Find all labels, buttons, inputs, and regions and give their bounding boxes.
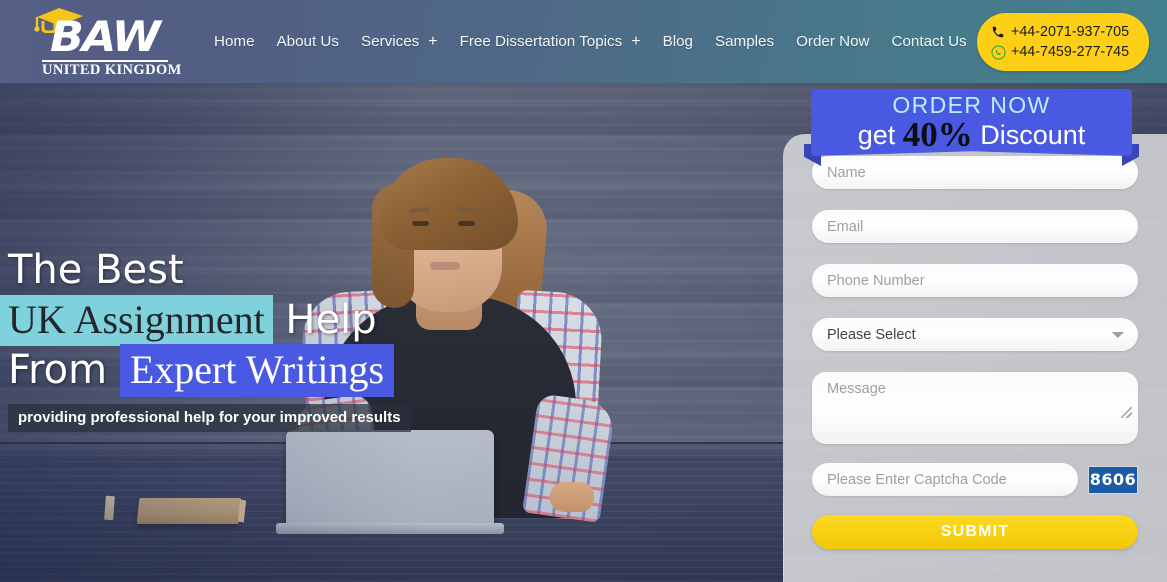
headline-line-2: UK Assignment Help <box>0 295 640 346</box>
nav-label: Free Dissertation Topics <box>459 33 623 50</box>
expand-plus-icon[interactable]: + <box>428 33 437 51</box>
nav-label: Samples <box>714 33 775 50</box>
nav-label: Order Now <box>796 33 870 50</box>
pencil-prop <box>104 495 115 521</box>
nav-label: Contact Us <box>891 33 967 50</box>
ribbon-get-label: get <box>857 120 896 150</box>
contact-pill: +44-2071-937-705 +44-7459-277-745 <box>977 13 1149 71</box>
nav-item-home[interactable]: Home <box>203 29 266 54</box>
headline-line-1: The Best <box>0 246 640 294</box>
whatsapp-number-text: +44-7459-277-745 <box>1011 44 1130 60</box>
main-navigation: Home About Us Services + Free Dissertati… <box>203 0 978 83</box>
phone-number-text: +44-2071-937-705 <box>1011 24 1130 40</box>
ribbon-percent: 40% <box>902 115 973 154</box>
headline-line-3: From Expert Writings <box>0 344 640 397</box>
laptop-base <box>276 523 504 534</box>
discount-ribbon: ORDER NOW get 40% Discount <box>803 89 1140 166</box>
headline-text: From <box>8 347 108 393</box>
headline-text: Help <box>285 297 377 343</box>
whatsapp-icon <box>991 44 1008 60</box>
nav-item-blog[interactable]: Blog <box>652 29 704 54</box>
nav-item-order-now[interactable]: Order Now <box>785 29 880 54</box>
ribbon-discount-text: get 40% Discount <box>811 117 1132 152</box>
laptop-screen <box>286 430 494 526</box>
hero-copy: The Best UK Assignment Help From Expert … <box>0 246 640 432</box>
message-wrapper <box>812 372 1138 444</box>
site-logo[interactable]: BAW UNITED KINGDOM <box>28 5 182 79</box>
ribbon-body: ORDER NOW get 40% Discount <box>811 89 1132 156</box>
service-select[interactable]: Please Select <box>812 318 1138 351</box>
hero-subtitle: providing professional help for your imp… <box>8 404 411 432</box>
logo-wordmark: BAW <box>50 12 161 61</box>
nav-item-samples[interactable]: Samples <box>704 29 785 54</box>
phone-icon <box>991 25 1008 39</box>
order-form-panel: Please Select 8606 SUBMIT <box>783 134 1167 582</box>
notebook-prop <box>136 498 242 524</box>
headline-highlight-blue: Expert Writings <box>119 344 395 397</box>
logo-subtitle: UNITED KINGDOM <box>42 62 182 78</box>
nav-label: Services <box>361 33 420 50</box>
hand-right <box>550 482 594 512</box>
nav-label: Blog <box>662 33 693 50</box>
captcha-code-image: 8606 <box>1088 465 1138 494</box>
expand-plus-icon[interactable]: + <box>631 33 640 51</box>
nav-label: Home <box>214 33 255 50</box>
headline-highlight-teal: UK Assignment <box>0 295 273 346</box>
email-input[interactable] <box>812 210 1138 243</box>
phone-number-input[interactable] <box>812 264 1138 297</box>
phone-number-link[interactable]: +44-2071-937-705 <box>991 22 1149 42</box>
captcha-row: 8606 <box>812 463 1138 496</box>
nav-label: About Us <box>276 33 339 50</box>
submit-button[interactable]: SUBMIT <box>812 515 1138 549</box>
whatsapp-number-link[interactable]: +44-7459-277-745 <box>991 42 1149 62</box>
name-input[interactable] <box>812 156 1138 189</box>
nav-item-services[interactable]: Services + <box>350 29 449 55</box>
message-textarea[interactable] <box>812 372 1138 444</box>
site-header: BAW UNITED KINGDOM Home About Us Service… <box>0 0 1167 83</box>
hair-top <box>380 158 518 250</box>
eye-right <box>458 221 475 226</box>
nav-item-about-us[interactable]: About Us <box>266 29 350 54</box>
eye-left <box>412 221 429 226</box>
nav-item-contact-us[interactable]: Contact Us <box>881 29 978 54</box>
nav-item-free-dissertation-topics[interactable]: Free Dissertation Topics + <box>449 29 652 55</box>
captcha-input[interactable] <box>812 463 1078 496</box>
landing-page: BAW UNITED KINGDOM Home About Us Service… <box>0 0 1167 582</box>
headline-text: The Best <box>8 247 184 293</box>
ribbon-discount-label: Discount <box>980 120 1086 150</box>
